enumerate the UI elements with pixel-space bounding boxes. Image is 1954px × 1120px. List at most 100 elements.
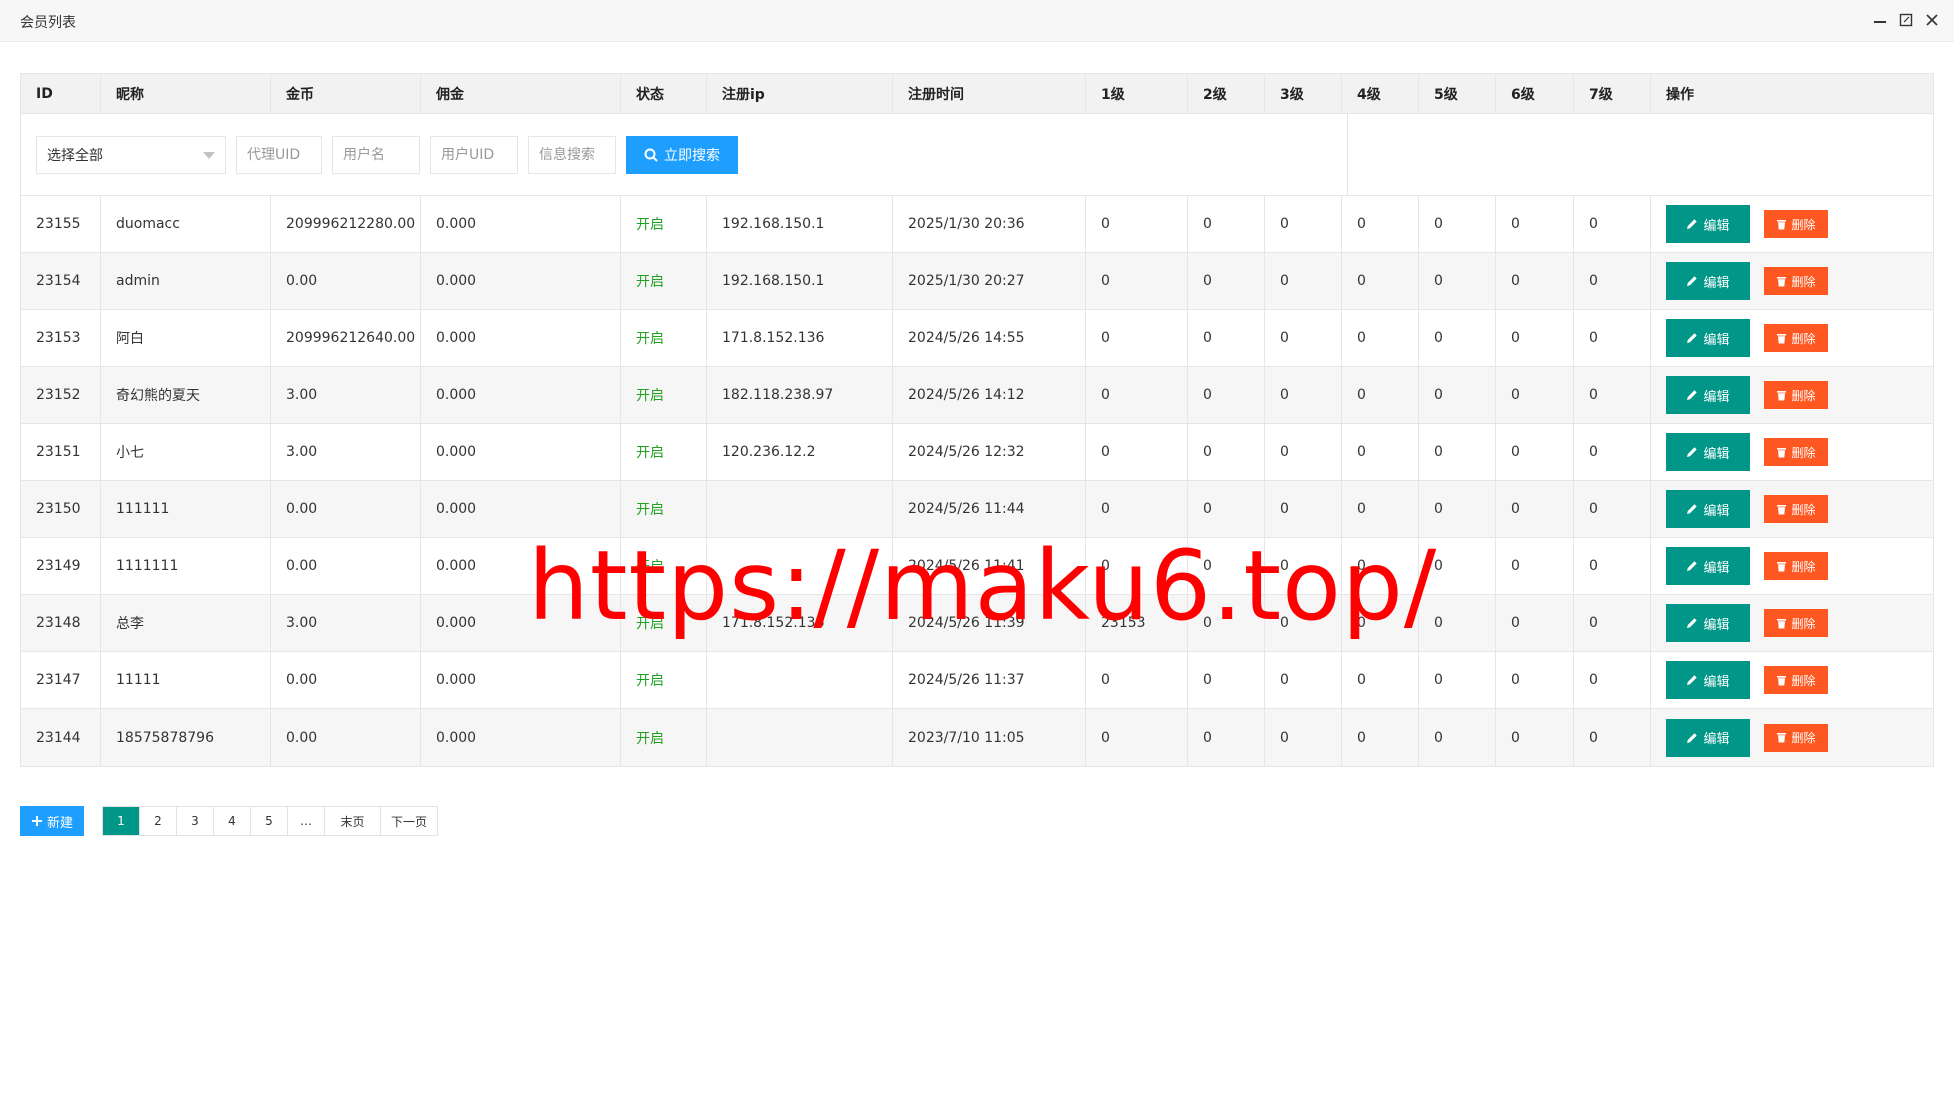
cell-level-3: 0 [1265, 253, 1342, 309]
table-footer: 新建 1 2 3 4 5 … 末页 下一页 [20, 806, 438, 836]
edit-button[interactable]: 编辑 [1666, 433, 1750, 471]
delete-button[interactable]: 删除 [1764, 723, 1828, 752]
delete-button-label: 删除 [1791, 502, 1816, 517]
cell-status: 开启 [621, 253, 707, 309]
cell-commission: 0.000 [421, 652, 621, 708]
username-input[interactable] [332, 135, 420, 174]
page-next[interactable]: 下一页 [381, 807, 437, 835]
cell-level-1: 0 [1086, 538, 1188, 594]
delete-button-label: 删除 [1791, 388, 1816, 403]
plus-icon [31, 816, 42, 826]
edit-button[interactable]: 编辑 [1666, 661, 1750, 699]
cell-register-time: 2024/5/26 11:41 [893, 538, 1086, 594]
cell-id: 23152 [21, 367, 101, 423]
cell-level-5: 0 [1419, 652, 1496, 708]
edit-button-label: 编辑 [1703, 218, 1730, 234]
cell-register-time: 2024/5/26 11:37 [893, 652, 1086, 708]
page-last[interactable]: 末页 [325, 807, 381, 835]
cell-level-5: 0 [1419, 196, 1496, 252]
delete-button[interactable]: 删除 [1764, 210, 1828, 238]
cell-id: 23153 [21, 310, 101, 366]
page-5[interactable]: 5 [251, 807, 288, 835]
cell-level-7: 0 [1574, 709, 1651, 766]
edit-button-label: 编辑 [1703, 503, 1730, 519]
table-row: 23148 总李 3.00 0.000 开启 171.8.152.136 2024/5/26… [21, 595, 1933, 652]
header-coins: 金币 [271, 74, 421, 113]
maximize-icon[interactable] [1898, 12, 1914, 28]
cell-level-6: 0 [1496, 481, 1574, 537]
close-icon[interactable] [1924, 12, 1940, 28]
edit-button[interactable]: 编辑 [1666, 262, 1750, 300]
cell-coins: 209996212280.00 [271, 196, 421, 252]
delete-button[interactable]: 删除 [1764, 666, 1828, 694]
cell-level-1: 0 [1086, 253, 1188, 309]
search-button[interactable]: 立即搜索 [626, 135, 738, 174]
edit-button[interactable]: 编辑 [1666, 604, 1750, 642]
page-2[interactable]: 2 [140, 807, 177, 835]
delete-button[interactable]: 删除 [1764, 324, 1828, 352]
table-row: 23150 111111 0.00 0.000 开启 2024/5/26 11:44 0 0 0… [21, 481, 1933, 538]
edit-button[interactable]: 编辑 [1666, 547, 1750, 585]
agent-uid-input[interactable] [236, 135, 322, 174]
cell-level-1: 0 [1086, 709, 1188, 766]
edit-button[interactable]: 编辑 [1666, 376, 1750, 414]
edit-button-label: 编辑 [1703, 674, 1730, 690]
cell-level-3: 0 [1265, 196, 1342, 252]
new-member-button[interactable]: 新建 [20, 806, 84, 836]
cell-actions: 编辑 删除 [1651, 481, 1933, 537]
cell-level-2: 0 [1188, 253, 1265, 309]
cell-level-6: 0 [1496, 196, 1574, 252]
header-level-3: 3级 [1265, 74, 1342, 113]
user-uid-input[interactable] [430, 135, 518, 174]
edit-button[interactable]: 编辑 [1666, 319, 1750, 357]
delete-button-label: 删除 [1791, 731, 1816, 745]
window-title: 会员列表 [20, 15, 76, 31]
cell-level-7: 0 [1574, 253, 1651, 309]
cell-nickname: 阿白 [101, 310, 271, 366]
delete-button[interactable]: 删除 [1764, 552, 1828, 580]
page-3[interactable]: 3 [177, 807, 214, 835]
cell-register-time: 2025/1/30 20:36 [893, 196, 1086, 252]
trash-icon [1777, 333, 1787, 343]
cell-status: 开启 [621, 481, 707, 537]
cell-commission: 0.000 [421, 709, 621, 766]
cell-id: 23150 [21, 481, 101, 537]
table-row: 23144 18575878796 0.00 0.000 开启 2023/7/10 11:… [21, 709, 1933, 766]
cell-nickname: 11111 [101, 652, 271, 708]
cell-level-1: 0 [1086, 310, 1188, 366]
cell-level-4: 0 [1342, 367, 1419, 423]
delete-button-label: 删除 [1791, 673, 1816, 688]
cell-level-2: 0 [1188, 367, 1265, 423]
delete-button[interactable]: 删除 [1764, 495, 1828, 523]
delete-button[interactable]: 删除 [1764, 609, 1828, 637]
cell-level-3: 0 [1265, 709, 1342, 766]
edit-button-label: 编辑 [1703, 275, 1730, 291]
minimize-icon[interactable] [1872, 12, 1888, 28]
table-row: 23155 duomacc 209996212280.00 0.000 开启 192.16… [21, 196, 1933, 253]
cell-level-7: 0 [1574, 196, 1651, 252]
pencil-icon [1687, 618, 1698, 628]
pencil-icon [1687, 333, 1698, 343]
cell-status: 开启 [621, 367, 707, 423]
search-row-spacer [1348, 114, 1933, 195]
info-search-input[interactable] [528, 135, 616, 174]
cell-level-7: 0 [1574, 367, 1651, 423]
page-4[interactable]: 4 [214, 807, 251, 835]
edit-button[interactable]: 编辑 [1666, 490, 1750, 528]
cell-actions: 编辑 删除 [1651, 367, 1933, 423]
cell-level-2: 0 [1188, 310, 1265, 366]
edit-button[interactable]: 编辑 [1666, 718, 1750, 757]
edit-button[interactable]: 编辑 [1666, 205, 1750, 243]
delete-button[interactable]: 删除 [1764, 438, 1828, 466]
cell-commission: 0.000 [421, 367, 621, 423]
cell-level-1: 0 [1086, 481, 1188, 537]
page-1[interactable]: 1 [103, 807, 140, 835]
cell-commission: 0.000 [421, 310, 621, 366]
delete-button[interactable]: 删除 [1764, 381, 1828, 409]
cell-coins: 3.00 [271, 367, 421, 423]
cell-level-6: 0 [1496, 709, 1574, 766]
scope-select[interactable]: 选择全部 [36, 135, 226, 174]
pencil-icon [1687, 276, 1698, 286]
cell-level-3: 0 [1265, 595, 1342, 651]
delete-button[interactable]: 删除 [1764, 267, 1828, 295]
